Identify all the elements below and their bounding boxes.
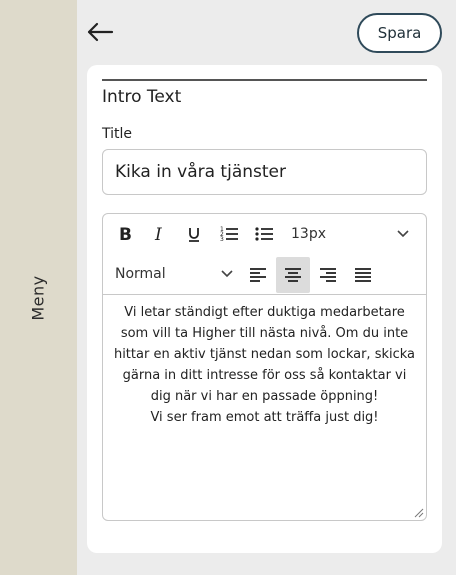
align-left-icon: [250, 268, 266, 282]
font-size-dropdown[interactable]: [389, 219, 417, 249]
rich-text-editor: B I 1 2 3 13px Normal Vi letar ständigt …: [102, 213, 427, 521]
align-justify-button[interactable]: [348, 258, 378, 292]
svg-text:I: I: [154, 225, 162, 243]
content-line: gärna in ditt intresse för oss så kontak…: [122, 368, 407, 383]
align-left-button[interactable]: [243, 258, 273, 292]
block-style-select[interactable]: Normal: [115, 266, 166, 282]
arrow-left-icon: [87, 22, 114, 42]
align-justify-icon: [355, 268, 371, 282]
save-button[interactable]: Spara: [357, 13, 442, 53]
resize-handle-icon[interactable]: [414, 508, 424, 518]
bold-button[interactable]: B: [111, 219, 139, 249]
underline-button[interactable]: [180, 219, 208, 249]
content-line: Vi letar ständigt efter duktiga medarbet…: [124, 305, 405, 320]
top-bar: Spara: [77, 0, 456, 62]
underline-icon: [189, 228, 199, 242]
divider: [102, 79, 427, 81]
align-right-button[interactable]: [313, 258, 343, 292]
chevron-down-icon: [221, 270, 233, 278]
svg-text:B: B: [119, 225, 132, 243]
bullet-list-button[interactable]: [250, 219, 278, 249]
bold-icon: B: [119, 225, 132, 243]
content-line: dig när vi har en passade öppning!: [150, 389, 379, 404]
bullet-list-icon: [255, 227, 273, 241]
menu-label[interactable]: Meny: [29, 275, 48, 320]
italic-button[interactable]: I: [145, 219, 173, 249]
title-label: Title: [102, 126, 133, 142]
svg-text:3: 3: [220, 236, 224, 243]
content-line: som vill ta Higher till nästa nivå. Om d…: [120, 326, 409, 341]
font-size-select[interactable]: 13px: [291, 226, 326, 242]
sidebar: Meny: [0, 0, 77, 575]
editor-card: Intro Text Title B I 1 2 3: [87, 65, 442, 553]
content-line: Vi ser fram emot att träffa just dig!: [150, 410, 379, 425]
align-center-icon: [285, 268, 301, 282]
editor-toolbar: B I 1 2 3 13px Normal: [103, 214, 426, 295]
back-button[interactable]: [85, 17, 115, 47]
content-line: hittar en aktiv tjänst nedan som lockar,…: [113, 347, 416, 362]
align-right-icon: [320, 268, 336, 282]
ordered-list-icon: 1 2 3: [220, 226, 238, 243]
editor-content[interactable]: Vi letar ständigt efter duktiga medarbet…: [103, 298, 426, 432]
italic-icon: I: [154, 225, 162, 243]
align-center-button[interactable]: [276, 257, 310, 293]
title-input[interactable]: [102, 149, 427, 195]
ordered-list-button[interactable]: 1 2 3: [215, 219, 243, 249]
chevron-down-icon: [397, 230, 409, 238]
section-title: Intro Text: [102, 87, 182, 107]
block-style-dropdown[interactable]: [213, 259, 241, 289]
